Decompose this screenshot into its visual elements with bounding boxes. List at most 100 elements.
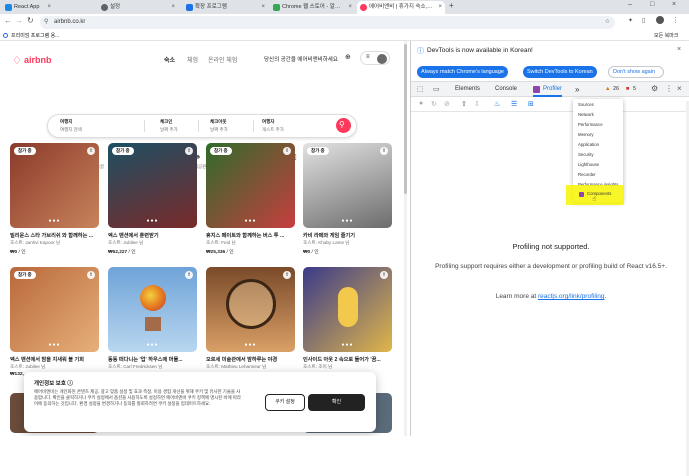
avatar[interactable] [656, 16, 664, 24]
bookmark-item[interactable]: 프리미엄 프로그램 용... [11, 31, 59, 41]
listing-image[interactable]: 참가 중 ⇪ ●●● [206, 143, 295, 228]
close-window-button[interactable]: × [672, 1, 676, 8]
share-icon[interactable]: ⇪ [87, 271, 95, 279]
menu-item-application[interactable]: Application [578, 142, 599, 147]
search-checkin[interactable]: 체크인 날짜 추가 [160, 119, 200, 133]
airbnb-logo-icon[interactable]: ♢ [12, 54, 22, 67]
device-toggle-icon[interactable]: ▭ [433, 85, 440, 93]
download-icon[interactable]: ⇩ [474, 100, 480, 108]
menu-item-network[interactable]: Network [578, 112, 594, 117]
new-tab-button[interactable]: + [449, 1, 454, 10]
reload-icon[interactable]: ↻ [431, 100, 437, 108]
share-icon[interactable]: ⇪ [185, 147, 193, 155]
listing-image[interactable]: ⇪ ●●● [108, 267, 197, 352]
listing-image[interactable]: ⇪ ●●● [206, 267, 295, 352]
more-tabs-icon[interactable]: » [575, 82, 579, 97]
switch-korean-button[interactable]: Switch DevTools to Korean [523, 66, 597, 78]
menu-item-components[interactable]: Components [587, 191, 611, 196]
menu-item-sources[interactable]: Sources [578, 102, 594, 107]
listing-image[interactable]: 참가 중 ⇪ ●●● [108, 143, 197, 228]
listing-image[interactable]: ⇪ ●●● [303, 267, 392, 352]
kebab-menu-icon[interactable]: ⋮ [672, 16, 679, 24]
listing-title[interactable]: 엑스 맨션에서 훈련받기 [108, 232, 197, 239]
listing-title[interactable]: 엑스 맨션에서 밤을 지새워 볼 기회 [10, 356, 99, 363]
globe-icon[interactable]: ⊕ [345, 53, 351, 61]
share-icon[interactable]: ⇪ [283, 271, 291, 279]
listing-title[interactable]: 빌리운스 스타 가브리쉬 와 함께하는 ... [10, 232, 99, 239]
nav-experiences[interactable]: 체험 [187, 55, 198, 64]
tab-webstore[interactable]: Chrome 웹 스토어 - 알아갈야 × [270, 1, 355, 14]
forward-icon[interactable]: → [15, 16, 23, 25]
listing-title[interactable]: 동동 떠다니는 '업' 하우스에 머물... [108, 356, 197, 363]
ranked-icon[interactable]: ☰ [511, 100, 517, 108]
error-icon[interactable]: ■ [626, 86, 629, 92]
listing-title[interactable]: 인사이드 아웃 2 속으로 들어가 '꿈... [303, 356, 392, 363]
reload-icon[interactable]: ↻ [27, 16, 34, 25]
close-icon[interactable]: × [348, 1, 352, 14]
tab-settings[interactable]: 설정 × [98, 1, 178, 14]
user-menu[interactable]: ≡ [360, 51, 390, 65]
share-icon[interactable]: ⇪ [380, 271, 388, 279]
page-scrollbar-thumb[interactable] [404, 44, 407, 194]
share-icon[interactable]: ⇪ [380, 147, 388, 155]
menu-item-recorder[interactable]: Recorder [578, 172, 596, 177]
address-bar[interactable]: ⚲ airbnb.co.kr ☆ [40, 16, 615, 29]
close-icon[interactable]: × [677, 46, 681, 53]
search-where[interactable]: 여행지 여행지 검색 [60, 119, 140, 133]
upload-icon[interactable]: ⇧ [461, 100, 467, 108]
bookmark-star-icon[interactable]: ☆ [605, 16, 610, 29]
close-icon[interactable]: × [47, 1, 51, 14]
nav-online-experiences[interactable]: 온라인 체험 [208, 55, 237, 64]
listing-title[interactable]: 오르세 미술관에서 밤하루는 야경 [206, 356, 295, 363]
menu-item-memory[interactable]: Memory [578, 132, 594, 137]
host-link[interactable]: 당신의 공간을 에어비앤비하세요 [264, 55, 338, 63]
share-icon[interactable]: ⇪ [283, 147, 291, 155]
listing-image[interactable]: 참가 중 ⇪ ●●● [303, 143, 392, 228]
cookie-settings-button[interactable]: 쿠키 설정 [265, 394, 305, 411]
share-icon[interactable]: ⇪ [87, 147, 95, 155]
menu-item-lighthouse[interactable]: Lighthouse [578, 162, 599, 167]
carousel-dots: ●●● [48, 218, 61, 224]
tab-extensions[interactable]: 확장 프로그램 × [183, 1, 268, 14]
close-icon[interactable]: × [677, 84, 682, 93]
close-icon[interactable]: × [438, 1, 442, 14]
listing-image[interactable]: 참가 중 ⇪ ●●● [10, 143, 99, 228]
learn-more-link[interactable]: reactjs.org/link/profiling [538, 293, 604, 300]
confirm-button[interactable]: 확인 [308, 394, 365, 411]
kebab-menu-icon[interactable]: ⋮ [665, 84, 673, 93]
menu-item-security[interactable]: Security [578, 152, 594, 157]
share-icon[interactable]: ⇪ [185, 271, 193, 279]
close-icon[interactable]: × [171, 1, 175, 14]
site-info-icon[interactable]: ⚲ [44, 16, 48, 29]
clear-icon[interactable]: ⊘ [444, 100, 450, 108]
tab-airbnb[interactable]: 에어비앤비 | 휴가지 숙소, 흥... × [357, 1, 445, 14]
search-checkout[interactable]: 체크아웃 날짜 추가 [210, 119, 250, 133]
tab-console[interactable]: Console [495, 82, 517, 97]
listing-image[interactable]: 참가 중 ⇪ ●●● [10, 267, 99, 352]
dont-show-button[interactable]: Don't show again [608, 66, 664, 78]
menu-item-performance[interactable]: Performance [578, 122, 603, 127]
warning-icon[interactable]: ▲ [605, 86, 610, 92]
tab-elements[interactable]: Elements [455, 82, 480, 97]
minimize-button[interactable]: – [628, 1, 632, 8]
close-icon[interactable]: × [261, 1, 265, 14]
tab-react-app[interactable]: React App × [2, 1, 54, 14]
match-language-button[interactable]: Always match Chrome's language [417, 66, 508, 78]
search-button[interactable]: ⚲ [336, 118, 351, 133]
timeline-icon[interactable]: ⊞ [528, 100, 534, 108]
all-bookmarks[interactable]: 모든 북마크 [654, 31, 678, 41]
inspect-icon[interactable]: ⬚ [417, 85, 424, 93]
airbnb-logo[interactable]: airbnb [24, 55, 52, 65]
back-icon[interactable]: ← [4, 16, 12, 25]
listing-title[interactable]: 휴지스 페이트와 함께하는 버스 투 ... [206, 232, 295, 239]
tab-profiler[interactable]: Profiler [533, 82, 563, 97]
nav-stays[interactable]: 숙소 [164, 55, 175, 64]
gear-icon[interactable]: ⚙ [651, 84, 658, 93]
extensions-icon[interactable]: ✦ [628, 17, 633, 24]
maximize-button[interactable]: □ [650, 1, 654, 8]
sidepanel-icon[interactable]: ▯ [642, 17, 645, 24]
listing-title[interactable]: 카비 라메와 게임 즐기기 [303, 232, 392, 239]
flamegraph-icon[interactable]: ♨ [494, 100, 500, 108]
search-guests[interactable]: 여행자 게스트 추가 [262, 119, 322, 133]
record-icon[interactable]: ● [419, 100, 423, 107]
